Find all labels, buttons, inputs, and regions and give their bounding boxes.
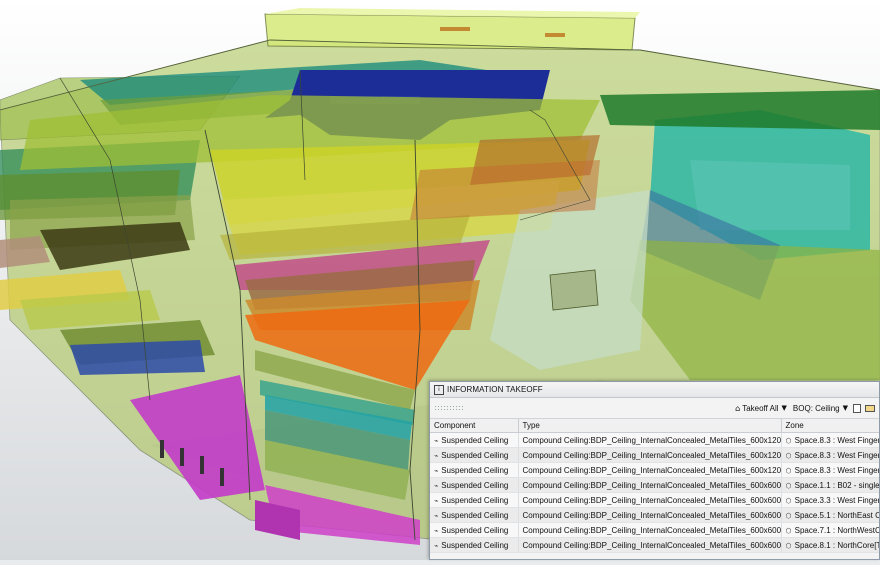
zone-cell: ⬡Space.8.3 : West Finger[T06 [781, 432, 879, 448]
zone-icon: ⬡ [785, 541, 792, 550]
type-cell: Compound Ceiling:BDP_Ceiling_InternalCon… [518, 432, 782, 448]
building-icon: ⌂ [735, 403, 741, 413]
zone-icon: ⬡ [785, 481, 792, 490]
type-cell: Compound Ceiling:BDP_Ceiling_InternalCon… [518, 537, 782, 553]
boq-label: BOQ: Ceiling [792, 403, 840, 413]
component-icon: ⌁ [434, 466, 439, 475]
component-cell: ⌁ Suspended Ceiling [430, 462, 519, 478]
new-document-icon[interactable] [853, 403, 861, 413]
zone-text: Space.8.3 : West Finger[T06 [794, 435, 879, 445]
type-cell: Compound Ceiling:BDP_Ceiling_InternalCon… [518, 492, 782, 508]
information-takeoff-panel: i INFORMATION TAKEOFF ⌂ Takeoff All ▼ BO… [429, 381, 880, 560]
zone-cell: ⬡Space.1.1 : B02 - single zon [781, 477, 880, 493]
zone-cell: ⬡Space.8.3 : West Finger[T06 [781, 462, 879, 478]
zone-text: Space.7.1 : NorthWestCorn [794, 525, 879, 535]
zone-text: Space.8.1 : NorthCore[T061 [794, 540, 879, 550]
table-row[interactable]: ⌁ Suspended Ceiling Compound Ceiling:BDP_C… [430, 447, 879, 463]
component-icon: ⌁ [434, 436, 439, 445]
component-icon: ⌁ [434, 481, 439, 490]
component-cell: ⌁ Suspended Ceiling [430, 447, 519, 463]
column-header-component[interactable]: Component [430, 419, 519, 433]
toolbar-grip-handle[interactable] [434, 405, 464, 411]
panel-title: INFORMATION TAKEOFF [447, 385, 543, 394]
component-cell: ⌁ Suspended Ceiling [430, 507, 519, 523]
info-icon: i [434, 384, 444, 395]
component-cell: ⌁ Suspended Ceiling [430, 537, 519, 553]
component-icon: ⌁ [434, 526, 439, 535]
type-cell: Compound Ceiling:BDP_Ceiling_InternalCon… [518, 447, 782, 463]
type-cell: Compound Ceiling:BDP_Ceiling_InternalCon… [518, 507, 782, 523]
chevron-down-icon: ▼ [781, 404, 787, 412]
chevron-down-icon: ▼ [842, 404, 848, 412]
zone-cell: ⬡Space.3.3 : West Finger[T01 [781, 492, 879, 508]
table-row[interactable]: ⌁ Suspended Ceiling Compound Ceiling:BDP_C… [430, 462, 879, 478]
type-cell: Compound Ceiling:BDP_Ceiling_InternalCon… [518, 477, 782, 493]
table-row[interactable]: ⌁ Suspended Ceiling Compound Ceiling:BDP_C… [430, 432, 879, 448]
type-cell: Compound Ceiling:BDP_Ceiling_InternalCon… [518, 522, 782, 538]
takeoff-table: Component Type Zone ⌁ Suspended Ceiling Co… [430, 419, 880, 553]
column-header-zone[interactable]: Zone [781, 419, 879, 433]
table-header-row: Component Type Zone [430, 419, 879, 433]
zone-icon: ⬡ [785, 466, 792, 475]
zone-icon: ⬡ [785, 436, 792, 445]
takeoff-all-dropdown[interactable]: ⌂ Takeoff All ▼ [735, 404, 787, 413]
table-row[interactable]: ⌁ Suspended Ceiling Compound Ceiling:BDP_C… [430, 522, 879, 538]
zone-text: Space.1.1 : B02 - single zon [794, 480, 880, 490]
component-text: Suspended Ceiling [441, 540, 509, 550]
zone-text: Space.3.3 : West Finger[T01 [794, 495, 879, 505]
zone-cell: ⬡Space.7.1 : NorthWestCorn [781, 522, 879, 538]
component-cell: ⌁ Suspended Ceiling [430, 432, 519, 448]
panel-titlebar[interactable]: i INFORMATION TAKEOFF [430, 382, 879, 398]
component-icon: ⌁ [434, 511, 439, 520]
component-text: Suspended Ceiling [441, 465, 509, 475]
zone-icon: ⬡ [785, 496, 792, 505]
component-text: Suspended Ceiling [441, 495, 509, 505]
zone-text: Space.8.3 : West Finger[T06 [794, 465, 879, 475]
zone-cell: ⬡Space.8.1 : NorthCore[T061 [781, 537, 879, 553]
component-cell: ⌁ Suspended Ceiling [430, 492, 519, 508]
component-text: Suspended Ceiling [441, 480, 509, 490]
takeoff-all-label: Takeoff All [742, 403, 779, 413]
component-text: Suspended Ceiling [441, 510, 509, 520]
zone-icon: ⬡ [785, 511, 792, 520]
component-text: Suspended Ceiling [441, 525, 509, 535]
zone-cell: ⬡Space.8.3 : West Finger[T06 [781, 447, 879, 463]
component-text: Suspended Ceiling [441, 450, 509, 460]
table-row[interactable]: ⌁ Suspended Ceiling Compound Ceiling:BDP_C… [430, 537, 879, 553]
zone-text: Space.8.3 : West Finger[T06 [794, 450, 879, 460]
component-cell: ⌁ Suspended Ceiling [430, 522, 519, 538]
table-row[interactable]: ⌁ Suspended Ceiling Compound Ceiling:BDP_C… [430, 492, 879, 508]
component-icon: ⌁ [434, 451, 439, 460]
component-icon: ⌁ [434, 496, 439, 505]
zone-cell: ⬡Space.5.1 : NorthEast Corne [781, 507, 879, 523]
zone-text: Space.5.1 : NorthEast Corne [794, 510, 879, 520]
panel-toolbar: ⌂ Takeoff All ▼ BOQ: Ceiling ▼ [430, 398, 879, 419]
zone-icon: ⬡ [785, 526, 792, 535]
column-header-type[interactable]: Type [518, 419, 782, 433]
table-row[interactable]: ⌁ Suspended Ceiling Compound Ceiling:BDP_C… [430, 477, 880, 493]
table-row[interactable]: ⌁ Suspended Ceiling Compound Ceiling:BDP_C… [430, 507, 879, 523]
component-cell: ⌁ Suspended Ceiling [430, 477, 519, 493]
boq-dropdown[interactable]: BOQ: Ceiling ▼ [793, 404, 848, 413]
zone-icon: ⬡ [785, 451, 792, 460]
component-icon: ⌁ [434, 541, 439, 550]
open-folder-icon[interactable] [865, 404, 875, 412]
type-cell: Compound Ceiling:BDP_Ceiling_InternalCon… [518, 462, 782, 478]
component-text: Suspended Ceiling [441, 435, 509, 445]
